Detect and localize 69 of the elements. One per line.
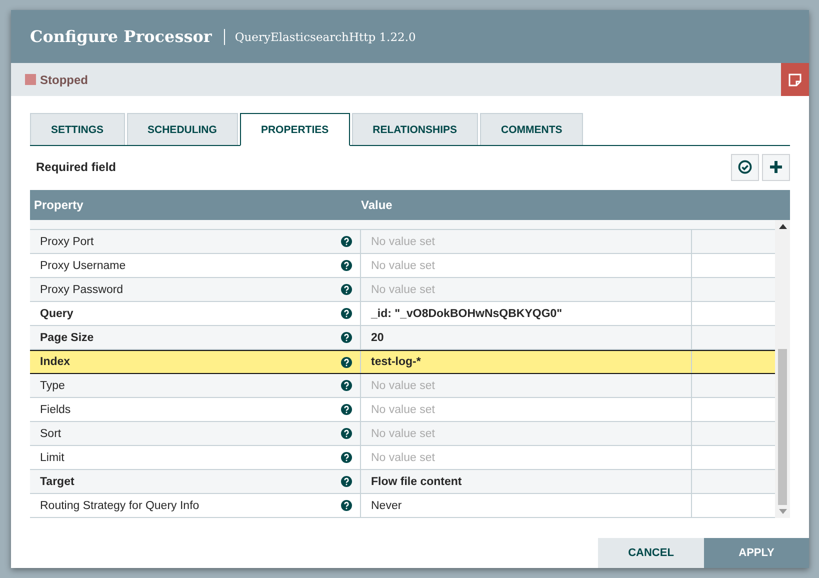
table-row[interactable]: Fields No value set (30, 398, 775, 422)
property-name: Type (40, 380, 65, 392)
table-row[interactable]: Query _id: "_vO8DokBOHwNsQBKYQG0" (30, 302, 775, 326)
property-name: Index (40, 356, 70, 368)
help-icon[interactable] (341, 500, 352, 511)
scrollbar[interactable] (775, 220, 790, 518)
table-row[interactable]: Page Size 20 (30, 326, 775, 350)
property-name: Routing Strategy for Query Info (40, 500, 200, 512)
property-placeholder: No value set (371, 452, 435, 464)
table-row[interactable]: Routing Strategy for Query Info Never (30, 494, 775, 518)
help-icon[interactable] (341, 308, 352, 319)
table-row[interactable]: Proxy Port No value set (30, 230, 775, 254)
tab[interactable]: SETTINGS (30, 113, 125, 145)
verify-button[interactable] (731, 154, 759, 180)
comments-button[interactable] (781, 63, 809, 96)
scroll-up-icon[interactable] (778, 224, 786, 229)
property-name: Proxy Port (40, 236, 94, 248)
tab[interactable]: PROPERTIES (240, 113, 350, 146)
property-value: test-log-* (371, 356, 421, 368)
table-row[interactable]: Target Flow file content (30, 470, 775, 494)
property-placeholder: No value set (371, 236, 435, 248)
property-value: _id: "_vO8DokBOHwNsQBKYQG0" (371, 308, 562, 320)
tab[interactable]: COMMENTS (480, 113, 584, 145)
help-icon[interactable] (341, 380, 352, 391)
property-placeholder: No value set (371, 404, 435, 416)
table-row[interactable]: Type No value set (30, 374, 775, 398)
property-name: Query (40, 308, 74, 320)
property-name: Sort (40, 428, 62, 440)
status-label: Stopped (40, 72, 88, 86)
property-placeholder: No value set (371, 260, 435, 272)
table-row[interactable]: Sort No value set (30, 422, 775, 446)
help-icon[interactable] (341, 356, 352, 368)
scrollbar-thumb[interactable] (778, 349, 787, 505)
dialog-subtitle: QueryElasticsearchHttp 1.22.0 (234, 30, 416, 44)
property-name: Limit (40, 452, 64, 464)
table-row[interactable]: Proxy Username No value set (30, 254, 775, 278)
note-icon (788, 72, 802, 86)
property-placeholder: No value set (371, 428, 435, 440)
cancel-button[interactable]: CANCEL (598, 538, 704, 568)
help-icon[interactable] (341, 404, 352, 415)
dialog-title: Configure Processor (30, 27, 212, 46)
property-name: Fields (40, 404, 71, 416)
property-placeholder: No value set (371, 380, 435, 392)
help-icon[interactable] (341, 476, 352, 487)
plus-icon (769, 160, 783, 174)
help-icon[interactable] (341, 452, 352, 463)
property-name: Page Size (40, 332, 94, 344)
check-circle-icon (738, 160, 752, 174)
tab[interactable]: SCHEDULING (126, 113, 238, 145)
property-name: Target (40, 476, 74, 488)
help-icon[interactable] (341, 428, 352, 439)
table-row[interactable]: Limit No value set (30, 446, 775, 470)
required-field-label: Required field (36, 160, 116, 174)
tab[interactable]: RELATIONSHIPS (352, 113, 478, 145)
help-icon[interactable] (341, 260, 352, 271)
property-value: Flow file content (371, 476, 462, 488)
column-header: Property (33, 198, 84, 212)
help-icon[interactable] (341, 284, 352, 295)
table-row[interactable]: Index test-log-* (30, 350, 775, 374)
column-header: Value (361, 198, 392, 212)
property-name: Proxy Password (40, 284, 124, 296)
help-icon[interactable] (341, 236, 352, 247)
property-placeholder: No value set (371, 284, 435, 296)
add-property-button[interactable] (762, 154, 790, 180)
property-value: 20 (371, 332, 384, 344)
property-name: Proxy Username (40, 260, 126, 272)
property-value: Never (371, 500, 402, 512)
table-row[interactable]: Proxy Password No value set (30, 278, 775, 302)
help-icon[interactable] (341, 332, 352, 343)
